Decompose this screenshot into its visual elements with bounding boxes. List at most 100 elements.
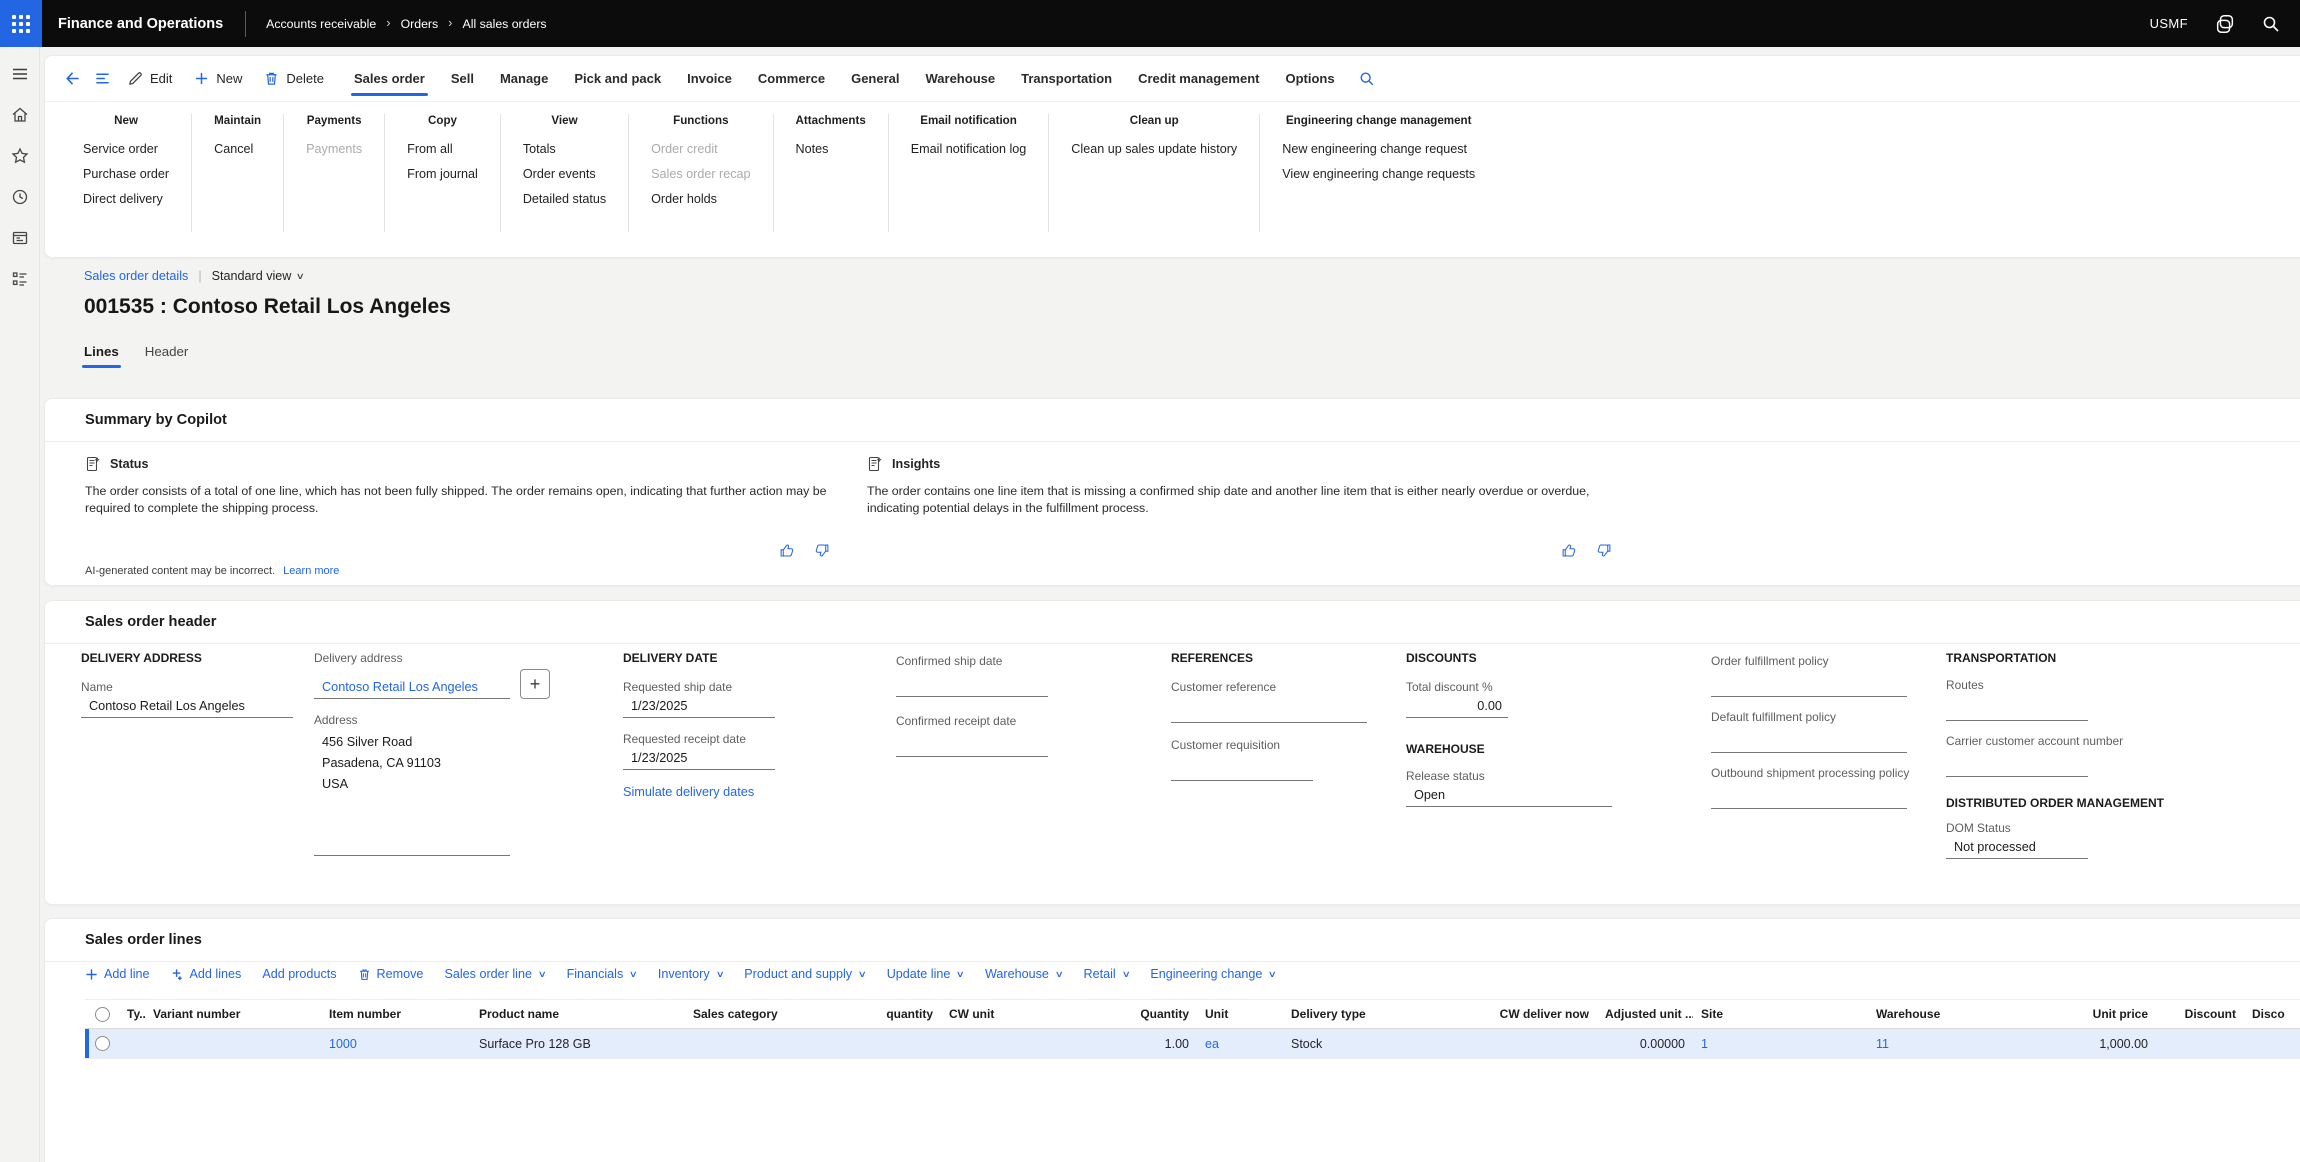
view-engineering-change-requests-button[interactable]: View engineering change requests bbox=[1282, 162, 1475, 187]
site-link[interactable]: 1 bbox=[1701, 1037, 1708, 1051]
column-header-variant-number[interactable]: Variant number bbox=[145, 1000, 321, 1028]
thumbs-down-icon[interactable] bbox=[1595, 542, 1612, 559]
column-header-delivery-type[interactable]: Delivery type bbox=[1283, 1000, 1433, 1028]
clean-up-sales-update-history-button[interactable]: Clean up sales update history bbox=[1071, 137, 1237, 162]
column-header-site[interactable]: Site bbox=[1693, 1000, 1868, 1028]
column-header-discount-percent[interactable]: Disco bbox=[2244, 1000, 2300, 1028]
column-header-quantity[interactable]: Quantity bbox=[1007, 1000, 1197, 1028]
unit-link[interactable]: ea bbox=[1205, 1037, 1219, 1051]
column-header-cw-quantity[interactable]: CW quantity bbox=[885, 1000, 941, 1028]
empty-field[interactable] bbox=[314, 833, 510, 856]
column-header-unit[interactable]: Unit bbox=[1197, 1000, 1283, 1028]
tab-sell[interactable]: Sell bbox=[438, 56, 487, 101]
column-header-cw-deliver-now[interactable]: CW deliver now bbox=[1433, 1000, 1597, 1028]
column-header-sales-category[interactable]: Sales category bbox=[685, 1000, 885, 1028]
column-header-item-number[interactable]: Item number bbox=[321, 1000, 471, 1028]
sales-order-line-menu[interactable]: Sales order line∨ bbox=[444, 967, 545, 981]
from-all-button[interactable]: From all bbox=[407, 137, 478, 162]
outbound-shipment-processing-policy-field[interactable] bbox=[1711, 786, 1907, 809]
confirmed-ship-date-field[interactable] bbox=[896, 674, 1048, 697]
notes-button[interactable]: Notes bbox=[796, 137, 866, 162]
dom-status-field[interactable]: Not processed bbox=[1946, 837, 2088, 859]
column-header-cw-unit[interactable]: CW unit bbox=[941, 1000, 1007, 1028]
cancel-button[interactable]: Cancel bbox=[214, 137, 261, 162]
carrier-customer-account-number-field[interactable] bbox=[1946, 754, 2088, 777]
row-select-radio[interactable] bbox=[95, 1036, 110, 1051]
tab-credit-management[interactable]: Credit management bbox=[1125, 56, 1272, 101]
menu-icon[interactable] bbox=[7, 61, 33, 87]
tab-manage[interactable]: Manage bbox=[487, 56, 561, 101]
edit-button[interactable]: Edit bbox=[117, 56, 183, 101]
total-discount-field[interactable]: 0.00 bbox=[1406, 696, 1508, 718]
order-holds-button[interactable]: Order holds bbox=[651, 187, 750, 212]
delivery-address-field[interactable]: Contoso Retail Los Angeles bbox=[314, 677, 510, 699]
back-arrow-icon[interactable] bbox=[57, 56, 87, 101]
thumbs-up-icon[interactable] bbox=[1561, 542, 1578, 559]
select-all-radio[interactable] bbox=[95, 1007, 110, 1022]
update-line-menu[interactable]: Update line∨ bbox=[887, 967, 964, 981]
breadcrumb-orders[interactable]: Orders bbox=[401, 17, 439, 31]
recent-clock-icon[interactable] bbox=[7, 184, 33, 210]
customer-requisition-field[interactable] bbox=[1171, 758, 1313, 781]
direct-delivery-button[interactable]: Direct delivery bbox=[83, 187, 169, 212]
column-header-type[interactable]: Ty... bbox=[119, 1000, 145, 1028]
sales-order-details-link[interactable]: Sales order details bbox=[84, 269, 188, 283]
modules-list-icon[interactable] bbox=[7, 266, 33, 292]
tab-transportation[interactable]: Transportation bbox=[1008, 56, 1125, 101]
search-icon[interactable] bbox=[2262, 15, 2280, 33]
financials-menu[interactable]: Financials∨ bbox=[567, 967, 637, 981]
engineering-change-menu[interactable]: Engineering change∨ bbox=[1150, 967, 1276, 981]
table-row[interactable]: 1000 Surface Pro 128 GB 1.00 ea Stock 0.… bbox=[85, 1029, 2300, 1059]
column-header-unit-price[interactable]: Unit price bbox=[2068, 1000, 2156, 1028]
column-header-product-name[interactable]: Product name bbox=[471, 1000, 685, 1028]
item-number-link[interactable]: 1000 bbox=[329, 1037, 357, 1051]
tab-pick-and-pack[interactable]: Pick and pack bbox=[561, 56, 674, 101]
order-fulfillment-policy-field[interactable] bbox=[1711, 674, 1907, 697]
requested-receipt-date-field[interactable]: 1/23/2025 bbox=[623, 748, 775, 770]
column-header-discount[interactable]: Discount bbox=[2156, 1000, 2244, 1028]
warehouse-menu[interactable]: Warehouse∨ bbox=[985, 967, 1063, 981]
add-address-button[interactable]: + bbox=[520, 669, 550, 699]
remove-button[interactable]: Remove bbox=[358, 967, 424, 981]
view-selector[interactable]: Standard view ∨ bbox=[212, 269, 304, 283]
add-products-button[interactable]: Add products bbox=[262, 967, 336, 981]
simulate-delivery-dates-link[interactable]: Simulate delivery dates bbox=[623, 785, 873, 799]
service-order-button[interactable]: Service order bbox=[83, 137, 169, 162]
column-header-warehouse[interactable]: Warehouse bbox=[1868, 1000, 2068, 1028]
thumbs-up-icon[interactable] bbox=[779, 542, 796, 559]
tab-invoice[interactable]: Invoice bbox=[674, 56, 745, 101]
order-events-button[interactable]: Order events bbox=[523, 162, 606, 187]
workspace-icon[interactable] bbox=[7, 225, 33, 251]
tab-lines[interactable]: Lines bbox=[84, 344, 119, 368]
retail-menu[interactable]: Retail∨ bbox=[1084, 967, 1130, 981]
inventory-menu[interactable]: Inventory∨ bbox=[658, 967, 723, 981]
release-status-field[interactable]: Open bbox=[1406, 785, 1612, 807]
breadcrumb-accounts-receivable[interactable]: Accounts receivable bbox=[266, 17, 376, 31]
add-lines-button[interactable]: Add lines bbox=[171, 967, 242, 981]
tab-warehouse[interactable]: Warehouse bbox=[913, 56, 1009, 101]
company-badge[interactable]: USMF bbox=[2150, 16, 2188, 31]
copilot-icon[interactable] bbox=[2214, 13, 2236, 35]
tab-header[interactable]: Header bbox=[145, 344, 189, 368]
routes-field[interactable] bbox=[1946, 698, 2088, 721]
tab-options[interactable]: Options bbox=[1272, 56, 1347, 101]
tab-commerce[interactable]: Commerce bbox=[745, 56, 838, 101]
email-notification-log-button[interactable]: Email notification log bbox=[911, 137, 1027, 162]
name-field[interactable]: Contoso Retail Los Angeles bbox=[81, 696, 293, 718]
from-journal-button[interactable]: From journal bbox=[407, 162, 478, 187]
apps-launcher-icon[interactable] bbox=[0, 0, 42, 47]
requested-ship-date-field[interactable]: 1/23/2025 bbox=[623, 696, 775, 718]
confirmed-receipt-date-field[interactable] bbox=[896, 734, 1048, 757]
home-icon[interactable] bbox=[7, 102, 33, 128]
tab-general[interactable]: General bbox=[838, 56, 912, 101]
thumbs-down-icon[interactable] bbox=[813, 542, 830, 559]
learn-more-link[interactable]: Learn more bbox=[283, 565, 339, 577]
tab-sales-order[interactable]: Sales order bbox=[341, 56, 438, 101]
totals-button[interactable]: Totals bbox=[523, 137, 606, 162]
breadcrumb-all-sales-orders[interactable]: All sales orders bbox=[463, 17, 547, 31]
app-bar-icon[interactable] bbox=[87, 56, 117, 101]
purchase-order-button[interactable]: Purchase order bbox=[83, 162, 169, 187]
new-engineering-change-request-button[interactable]: New engineering change request bbox=[1282, 137, 1475, 162]
customer-reference-field[interactable] bbox=[1171, 700, 1367, 723]
add-line-button[interactable]: Add line bbox=[85, 967, 150, 981]
